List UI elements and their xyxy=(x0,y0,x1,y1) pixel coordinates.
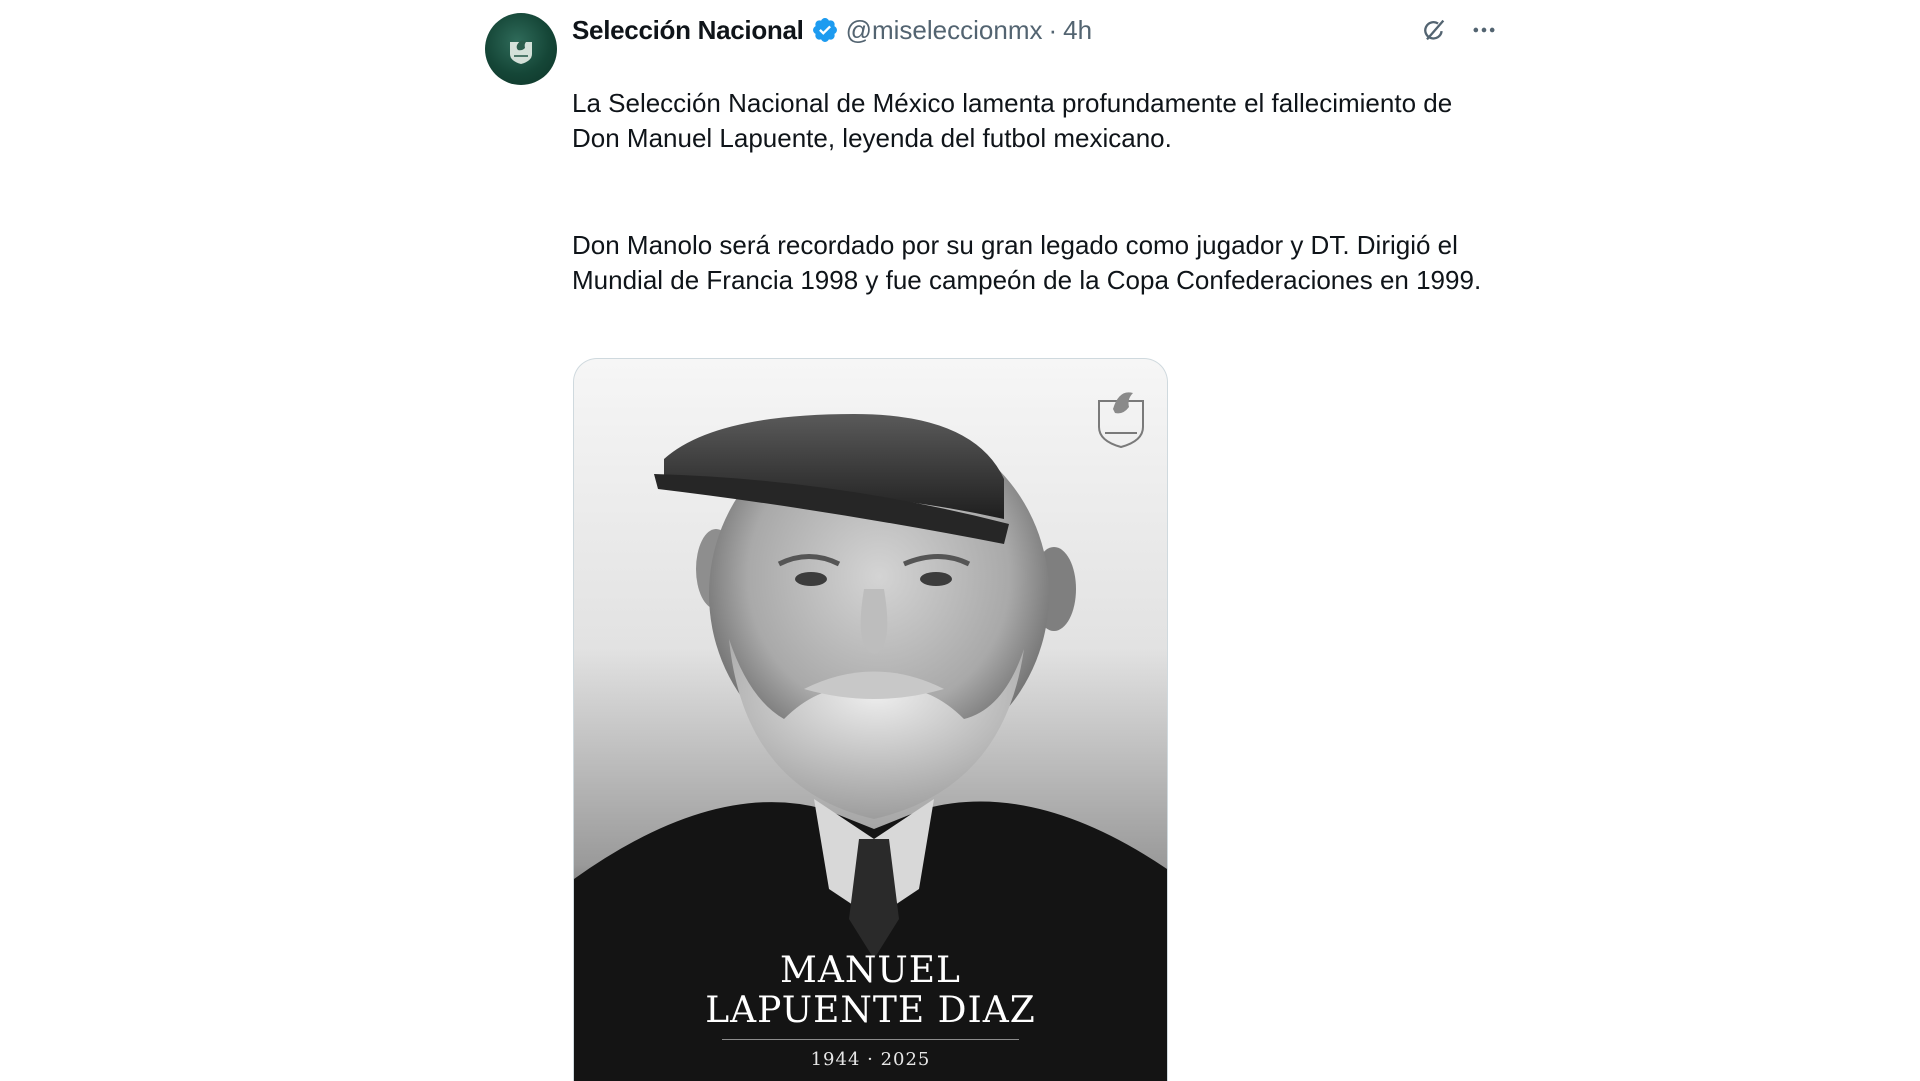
tweet-actions xyxy=(1418,12,1500,48)
timestamp[interactable]: 4h xyxy=(1063,15,1092,46)
tweet-paragraph: Don Manolo será recordado por su gran le… xyxy=(572,229,1482,296)
tweet-media-image[interactable]: MANUEL LAPUENTE DIAZ 1944 · 2025 xyxy=(573,358,1168,1081)
tweet-paragraph: La Selección Nacional de México lamenta … xyxy=(572,87,1453,154)
grok-button[interactable] xyxy=(1418,14,1450,46)
mexico-crest-icon xyxy=(1098,392,1144,449)
more-options-icon xyxy=(1473,27,1495,33)
mexico-crest-icon xyxy=(510,40,532,64)
verified-badge-icon xyxy=(811,16,839,44)
caption-divider xyxy=(722,1039,1019,1040)
more-options-button[interactable] xyxy=(1468,14,1500,46)
memorial-dates: 1944 · 2025 xyxy=(810,1049,931,1070)
memorial-name-line-1: MANUEL xyxy=(780,950,961,991)
separator-dot: · xyxy=(1048,14,1058,45)
tweet-card[interactable]: Selección Nacional @miseleccionmx · 4h L… xyxy=(480,0,1500,1081)
tweet-header: Selección Nacional @miseleccionmx · 4h xyxy=(572,12,1092,48)
display-name[interactable]: Selección Nacional xyxy=(572,15,804,46)
avatar[interactable] xyxy=(485,13,557,85)
memorial-name-line-2: LAPUENTE DIAZ xyxy=(705,990,1036,1031)
author-handle[interactable]: @miseleccionmx xyxy=(846,15,1043,46)
grok-icon xyxy=(1424,19,1445,41)
